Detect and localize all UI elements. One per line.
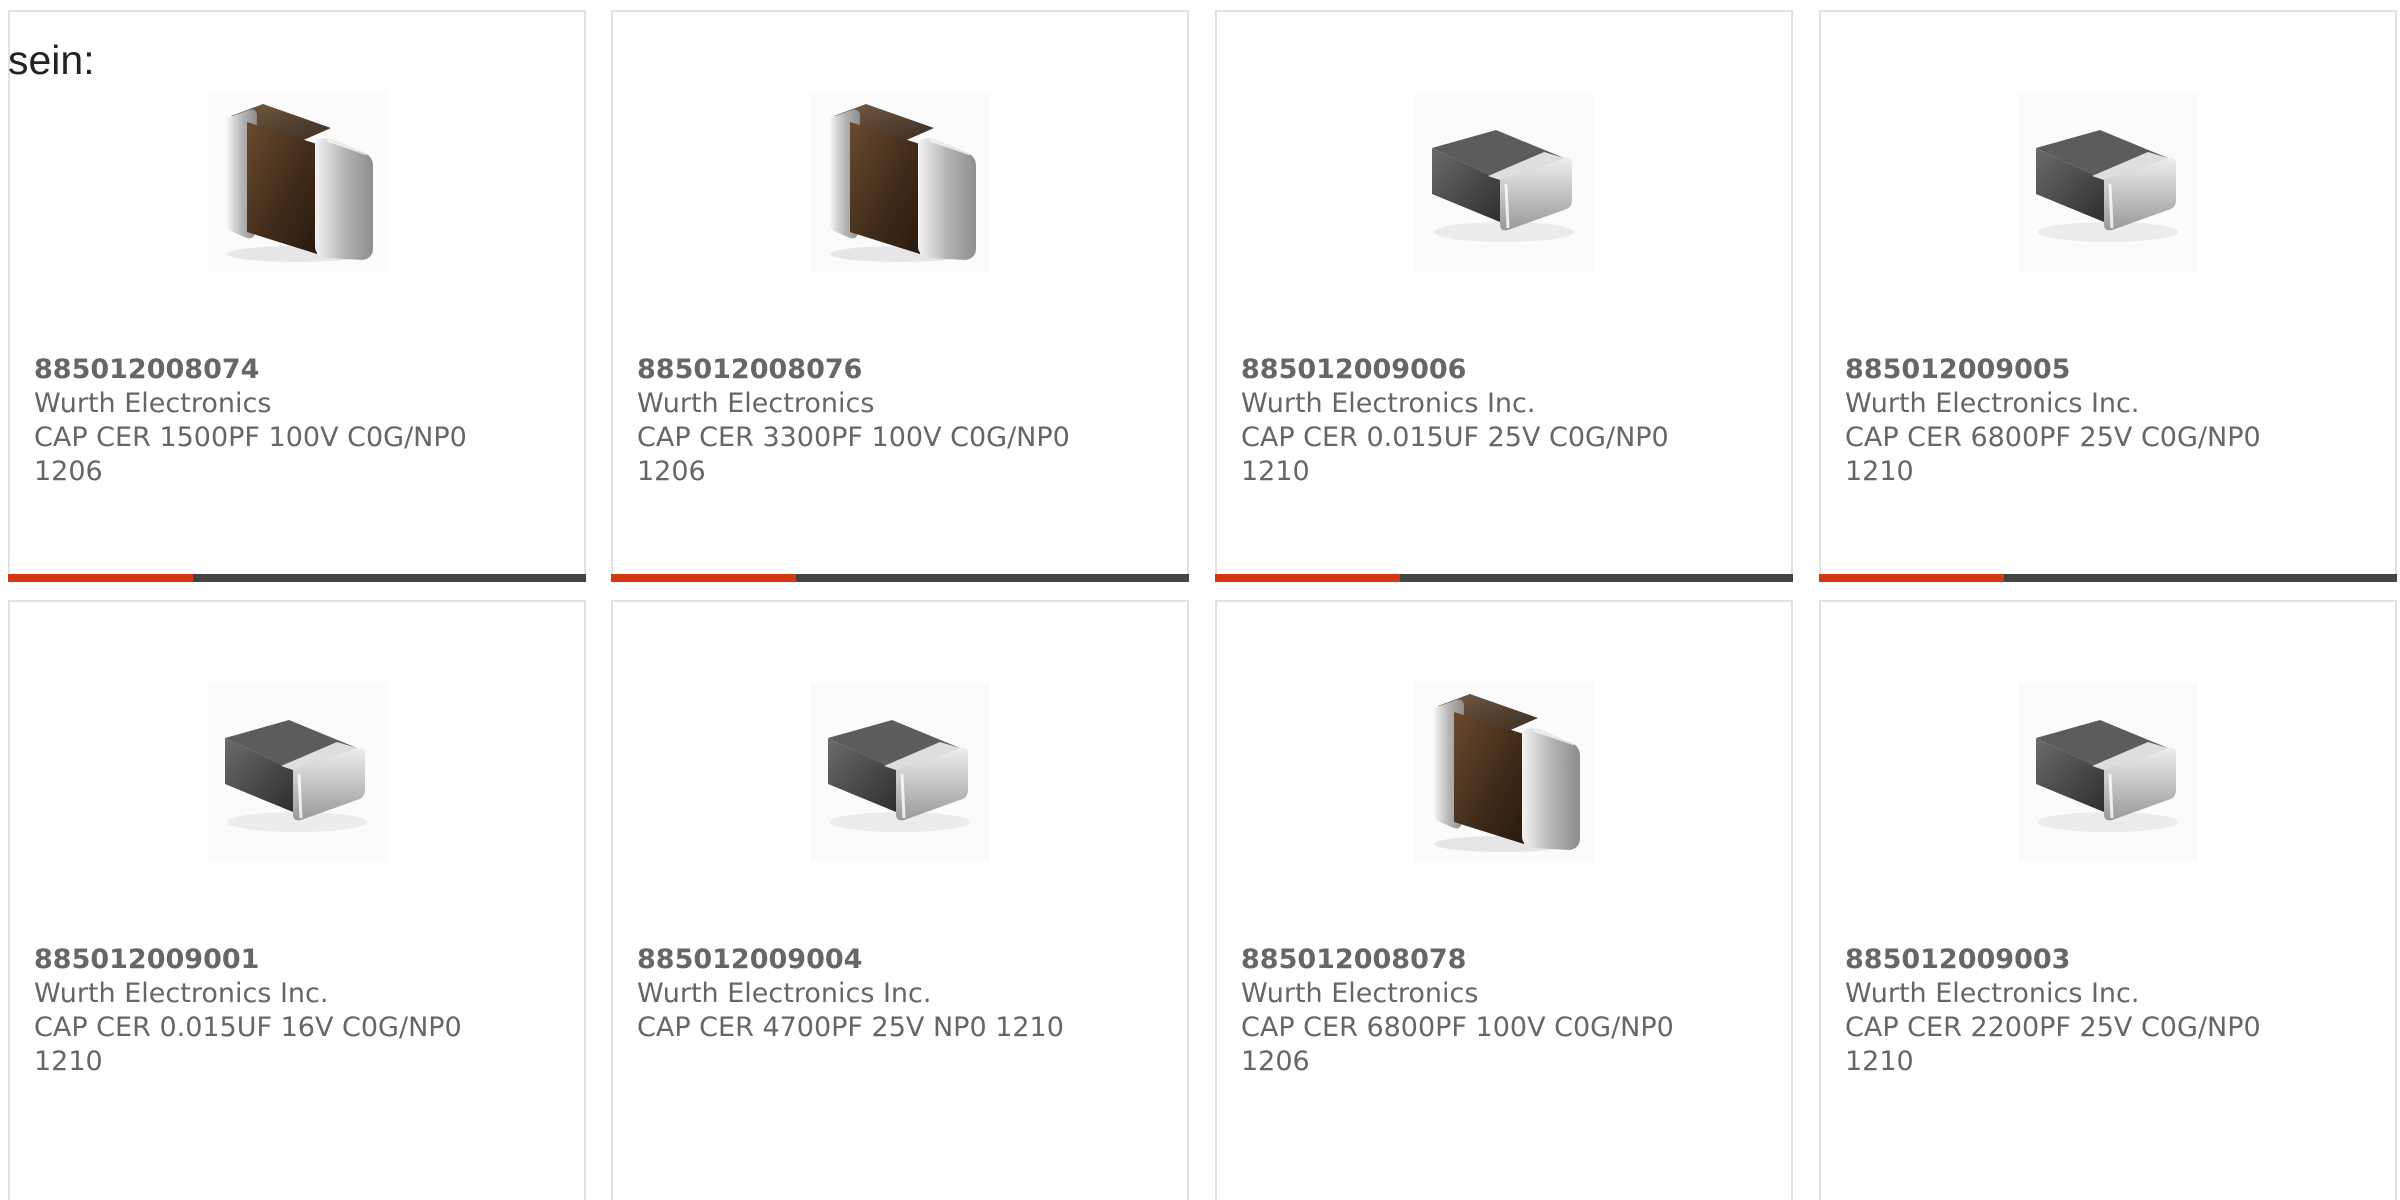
part-number[interactable]: 885012009004	[637, 943, 1117, 977]
product-card[interactable]: 885012009005 Wurth Electronics Inc. CAP …	[1819, 10, 2397, 582]
product-card[interactable]: 885012009004 Wurth Electronics Inc. CAP …	[611, 600, 1189, 1200]
mlcc-dark-capacitor-icon[interactable]	[800, 672, 1000, 872]
progress-bar	[611, 574, 1189, 582]
package-size: 1210	[1845, 1046, 1914, 1077]
part-number[interactable]: 885012009001	[34, 943, 514, 977]
part-number[interactable]: 885012008074	[34, 353, 514, 387]
product-card[interactable]: 885012008076 Wurth Electronics CAP CER 3…	[611, 10, 1189, 582]
manufacturer: Wurth Electronics	[1241, 978, 1479, 1009]
progress-fill	[8, 574, 193, 582]
product-card[interactable]: 885012008078 Wurth Electronics CAP CER 6…	[1215, 600, 1793, 1200]
description: CAP CER 0.015UF 25V C0G/NP0	[1241, 422, 1669, 453]
manufacturer: Wurth Electronics Inc.	[34, 978, 329, 1009]
package-size: 1210	[1241, 456, 1310, 487]
mlcc-brown-capacitor-icon[interactable]	[800, 82, 1000, 282]
mlcc-dark-capacitor-icon[interactable]	[2008, 672, 2208, 872]
progress-fill	[1215, 574, 1400, 582]
description: CAP CER 4700PF 25V NP0 1210	[637, 1012, 1064, 1043]
package-size: 1210	[1845, 456, 1914, 487]
manufacturer: Wurth Electronics	[637, 388, 875, 419]
manufacturer: Wurth Electronics Inc.	[1241, 388, 1536, 419]
manufacturer: Wurth Electronics	[34, 388, 272, 419]
product-card[interactable]: 885012008074 Wurth Electronics CAP CER 1…	[8, 10, 586, 582]
mlcc-dark-capacitor-icon[interactable]	[2008, 82, 2208, 282]
package-size: 1206	[34, 456, 103, 487]
mlcc-dark-capacitor-icon[interactable]	[197, 672, 397, 872]
progress-fill	[611, 574, 796, 582]
part-number[interactable]: 885012009005	[1845, 353, 2325, 387]
mlcc-dark-capacitor-icon[interactable]	[1404, 82, 1604, 282]
product-card[interactable]: 885012009006 Wurth Electronics Inc. CAP …	[1215, 10, 1793, 582]
description: CAP CER 3300PF 100V C0G/NP0	[637, 422, 1070, 453]
description: CAP CER 2200PF 25V C0G/NP0	[1845, 1012, 2261, 1043]
manufacturer: Wurth Electronics Inc.	[1845, 388, 2140, 419]
progress-bar	[8, 574, 586, 582]
description: CAP CER 1500PF 100V C0G/NP0	[34, 422, 467, 453]
description: CAP CER 6800PF 100V C0G/NP0	[1241, 1012, 1674, 1043]
product-card[interactable]: 885012009003 Wurth Electronics Inc. CAP …	[1819, 600, 2397, 1200]
progress-bar	[1819, 574, 2397, 582]
package-size: 1206	[637, 456, 706, 487]
progress-bar	[1215, 574, 1793, 582]
mlcc-brown-capacitor-icon[interactable]	[197, 82, 397, 282]
product-card[interactable]: 885012009001 Wurth Electronics Inc. CAP …	[8, 600, 586, 1200]
package-size: 1206	[1241, 1046, 1310, 1077]
manufacturer: Wurth Electronics Inc.	[637, 978, 932, 1009]
part-number[interactable]: 885012009006	[1241, 353, 1721, 387]
package-size: 1210	[34, 1046, 103, 1077]
intro-text: sein:	[8, 37, 95, 83]
description: CAP CER 0.015UF 16V C0G/NP0	[34, 1012, 462, 1043]
part-number[interactable]: 885012008076	[637, 353, 1117, 387]
progress-fill	[1819, 574, 2004, 582]
description: CAP CER 6800PF 25V C0G/NP0	[1845, 422, 2261, 453]
part-number[interactable]: 885012008078	[1241, 943, 1721, 977]
manufacturer: Wurth Electronics Inc.	[1845, 978, 2140, 1009]
mlcc-brown-capacitor-icon[interactable]	[1404, 672, 1604, 872]
part-number[interactable]: 885012009003	[1845, 943, 2325, 977]
